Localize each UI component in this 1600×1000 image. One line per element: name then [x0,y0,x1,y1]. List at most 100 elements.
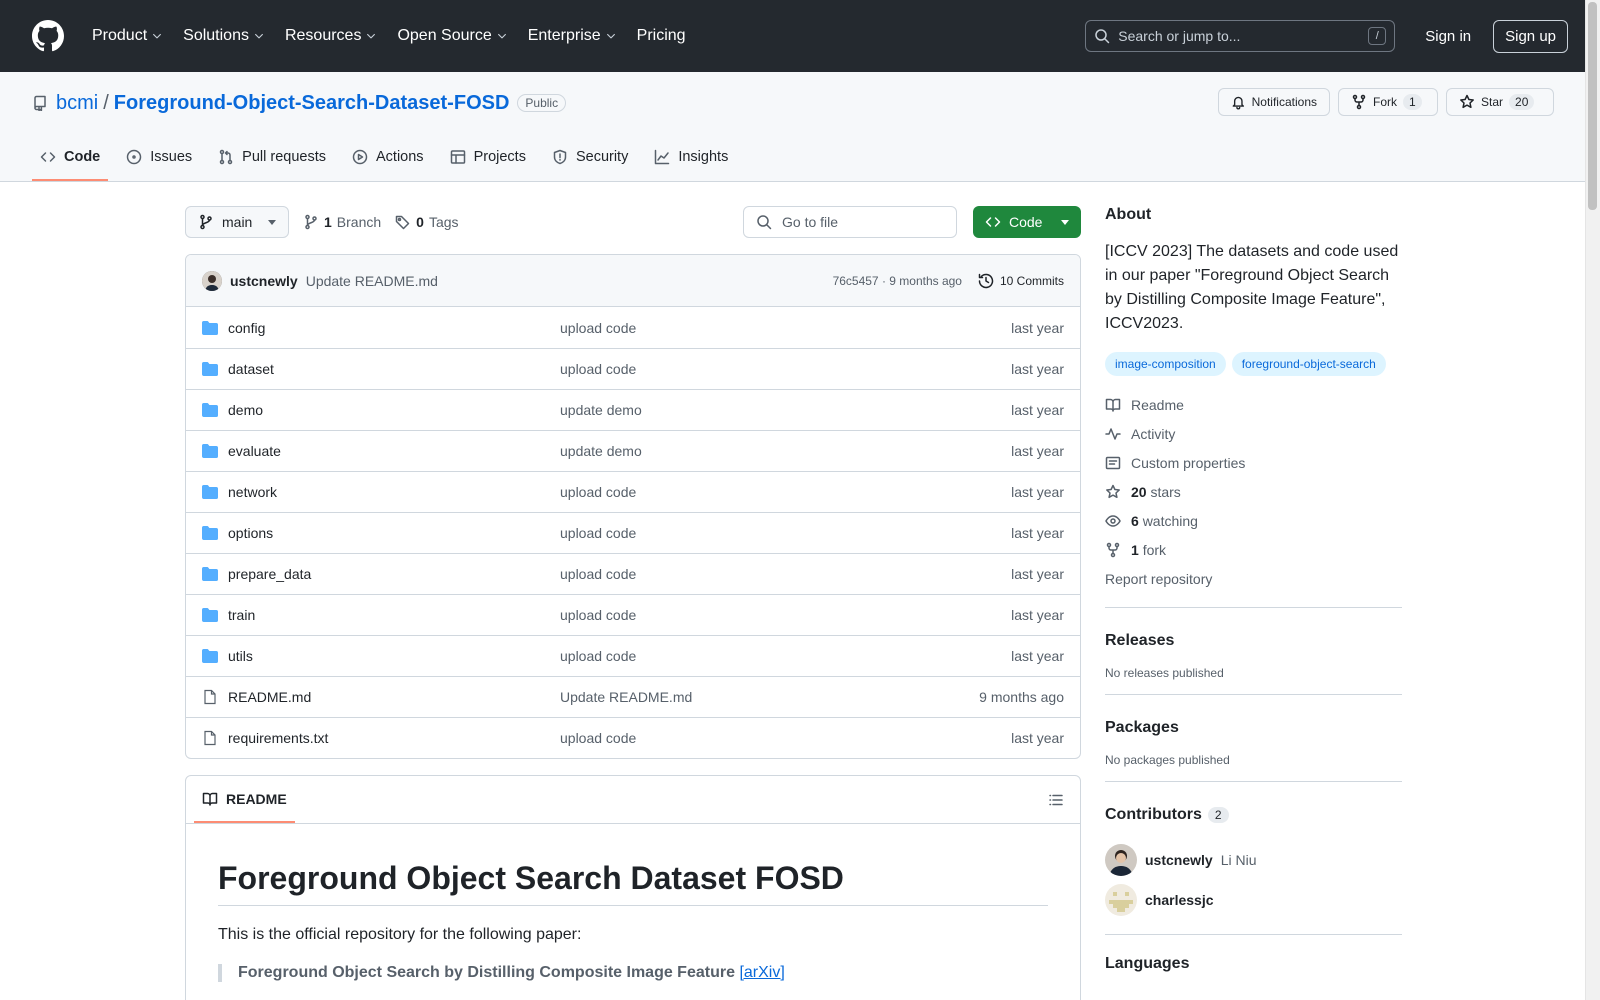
branch-selector[interactable]: main [185,206,289,238]
repo-tabs: Code Issues Pull requests Actions Projects Se… [32,149,746,181]
file-name-link[interactable]: network [228,484,560,500]
file-name-link[interactable]: config [228,320,560,336]
contributors-list: ustcnewly Li Niu charlessjc [1105,840,1402,920]
code-dropdown-button[interactable]: Code [973,206,1081,238]
visibility-badge: Public [517,94,567,112]
about-link-stars[interactable]: 20 stars [1105,477,1402,506]
commit-message[interactable]: Update README.md [306,273,438,289]
file-name-link[interactable]: README.md [228,689,560,705]
tag-icon [395,215,410,230]
tab-insights[interactable]: Insights [646,149,736,181]
nav-product[interactable]: Product [84,27,171,45]
tab-security[interactable]: Security [544,149,636,181]
about-link-custom-properties[interactable]: Custom properties [1105,448,1402,477]
contributors-heading[interactable]: Contributors 2 [1105,806,1402,824]
fork-button[interactable]: Fork 1 [1338,88,1438,116]
contributor-login[interactable]: charlessjc [1145,892,1214,908]
page-scrollbar[interactable] [1585,0,1600,1000]
arxiv-link[interactable]: [arXiv] [739,964,784,981]
tab-issues[interactable]: Issues [118,149,200,181]
search-placeholder: Search or jump to... [1118,28,1241,44]
notifications-button[interactable]: Notifications [1218,88,1330,116]
about-link-watching[interactable]: 6 watching [1105,506,1402,535]
file-row: README.md Update README.md 9 months ago [186,676,1080,717]
repo-name-link[interactable]: Foreground-Object-Search-Dataset-FOSD [114,92,510,115]
tags-link[interactable]: 0 Tags [395,214,459,230]
file-commit-message[interactable]: upload code [560,361,636,377]
search-shortcut-key: / [1368,27,1387,45]
go-to-file-input[interactable]: Go to file [743,206,957,238]
github-logo-icon[interactable] [32,20,64,52]
about-link-label: fork [1142,541,1167,558]
global-search-input[interactable]: Search or jump to... / [1085,20,1396,52]
sign-in-link[interactable]: Sign in [1425,28,1471,45]
file-name-link[interactable]: requirements.txt [228,730,560,746]
file-name-link[interactable]: prepare_data [228,566,560,582]
branches-link[interactable]: 1 Branch [303,214,381,230]
file-name-link[interactable]: train [228,607,560,623]
commit-author[interactable]: ustcnewly [230,273,298,289]
repo-toolbar: main 1 Branch 0 Tags Go to file Code [185,206,1081,238]
repo-icon [34,95,46,111]
nav-resources[interactable]: Resources [277,27,385,45]
nav-enterprise[interactable]: Enterprise [520,27,625,45]
about-section: About [ICCV 2023] The datasets and code … [1105,206,1402,593]
file-name-link[interactable]: dataset [228,361,560,377]
repo-separator: / [103,91,109,114]
file-name-link[interactable]: options [228,525,560,541]
commits-link[interactable]: 10 Commits [978,273,1064,289]
avatar[interactable] [202,270,222,291]
avatar[interactable] [1105,884,1137,916]
contributor-item[interactable]: ustcnewly Li Niu [1105,840,1402,880]
about-link-activity[interactable]: Activity [1105,419,1402,448]
file-commit-message[interactable]: upload code [560,648,636,664]
file-commit-message[interactable]: update demo [560,402,642,418]
file-commit-message[interactable]: upload code [560,320,636,336]
file-commit-message[interactable]: upload code [560,607,636,623]
repo-owner-link[interactable]: bcmi [56,92,98,115]
file-commit-message[interactable]: upload code [560,525,636,541]
folder-icon [202,362,218,376]
file-icon [204,730,216,746]
nav-label: Resources [284,27,362,44]
notifications-label: Notifications [1251,95,1317,109]
report-repository-link[interactable]: Report repository [1105,564,1402,593]
commits-count: 10 Commits [999,273,1064,288]
file-commit-message[interactable]: update demo [560,443,642,459]
scrollbar-thumb[interactable] [1588,2,1597,210]
avatar[interactable] [1105,844,1137,876]
file-name-link[interactable]: evaluate [228,443,560,459]
tab-actions[interactable]: Actions [344,149,432,181]
tab-projects[interactable]: Projects [442,149,534,181]
nav-solutions[interactable]: Solutions [175,27,273,45]
contributors-section: Contributors 2 ustcnewly Li Niu charlessjc [1105,781,1402,920]
topic-tag[interactable]: foreground-object-search [1231,352,1386,376]
go-to-file-placeholder: Go to file [782,214,839,230]
contributor-item[interactable]: charlessjc [1105,880,1402,920]
contributor-login[interactable]: ustcnewly [1145,852,1213,868]
tab-code[interactable]: Code [32,149,109,181]
file-commit-message[interactable]: Update README.md [560,689,692,705]
star-button[interactable]: Star 20 [1446,88,1554,116]
nav-open-source[interactable]: Open Source [389,27,515,45]
about-link-fork[interactable]: 1 fork [1105,535,1402,564]
file-commit-message[interactable]: upload code [560,730,636,746]
sign-up-button[interactable]: Sign up [1493,19,1568,53]
topic-tag[interactable]: image-composition [1105,352,1226,376]
releases-heading[interactable]: Releases [1105,632,1402,650]
list-icon[interactable] [1048,792,1064,808]
about-link-readme[interactable]: Readme [1105,390,1402,419]
commit-sha-time[interactable]: 76c5457 · 9 months ago [833,274,962,288]
readme-intro: This is the official repository for the … [218,926,582,943]
packages-heading[interactable]: Packages [1105,719,1402,737]
readme-title: Foreground Object Search Dataset FOSD [218,860,1048,906]
nav-pricing[interactable]: Pricing [629,27,694,45]
readme-tab[interactable]: README [194,791,295,823]
file-commit-message[interactable]: upload code [560,566,636,582]
file-date: 9 months ago [979,689,1064,705]
file-name-link[interactable]: utils [228,648,560,664]
repo-actions: Notifications Fork 1 Star 20 [1218,88,1554,116]
file-name-link[interactable]: demo [228,402,560,418]
tab-pull-requests[interactable]: Pull requests [210,149,334,181]
file-commit-message[interactable]: upload code [560,484,636,500]
